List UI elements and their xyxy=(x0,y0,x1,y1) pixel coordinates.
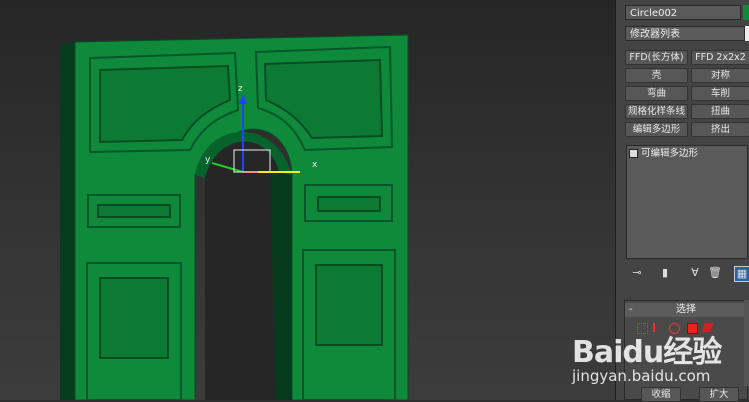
configure-sets-icon[interactable]: ▦ xyxy=(734,266,749,282)
modifier-button-symmetry[interactable]: 对称 xyxy=(691,68,749,83)
make-unique-icon[interactable]: ∀ xyxy=(688,266,702,280)
modifier-button-shell[interactable]: 壳 xyxy=(625,68,688,83)
object-color-swatch[interactable] xyxy=(743,5,749,20)
modifier-button-twist[interactable]: 扭曲 xyxy=(691,104,749,119)
axis-y-label: y xyxy=(205,155,211,165)
modifier-button-bend[interactable]: 弯曲 xyxy=(625,86,688,101)
modifier-button-normalize-spline[interactable]: 规格化样条线 xyxy=(625,104,688,119)
modifier-button-extrude[interactable]: 挤出 xyxy=(691,122,749,137)
selection-rollout-header[interactable]: - 选择 xyxy=(625,303,747,317)
remove-modifier-icon[interactable]: 🗑 xyxy=(708,266,722,280)
expand-icon[interactable] xyxy=(629,149,638,158)
3d-viewport[interactable]: x y z xyxy=(0,0,615,400)
collapse-icon[interactable]: - xyxy=(629,303,633,317)
watermark-brand: Baidu经验 xyxy=(572,335,722,370)
modifier-button-edit-poly[interactable]: 编辑多边形 xyxy=(625,122,688,137)
selection-title: 选择 xyxy=(676,304,696,315)
axis-z-label: z xyxy=(238,84,243,94)
stack-item-label: 可编辑多边形 xyxy=(641,148,699,159)
dropdown-arrow-icon xyxy=(745,26,749,41)
modifier-stack[interactable]: 可编辑多边形 xyxy=(626,145,748,259)
door-model[interactable] xyxy=(0,0,615,400)
panel-scrollbar[interactable] xyxy=(744,300,749,386)
axis-x-label: x xyxy=(312,160,318,170)
modifier-button-ffd-2x2x2[interactable]: FFD 2x2x2 xyxy=(691,50,749,65)
show-end-result-icon[interactable]: ▮ xyxy=(658,266,672,280)
baidu-watermark: Baidu经验 jingyan.baidu.com xyxy=(560,325,740,400)
stack-item-editable-poly[interactable]: 可编辑多边形 xyxy=(629,148,745,160)
pin-stack-icon[interactable]: ⊸ xyxy=(630,266,644,280)
modifier-button-ffd-box[interactable]: FFD(长方体) xyxy=(625,50,688,65)
modifier-list-dropdown[interactable]: 修改器列表 xyxy=(625,26,745,41)
watermark-url: jingyan.baidu.com xyxy=(572,367,711,385)
object-name-field[interactable]: Circle002 xyxy=(625,5,741,20)
modifier-button-lathe[interactable]: 车削 xyxy=(691,86,749,101)
